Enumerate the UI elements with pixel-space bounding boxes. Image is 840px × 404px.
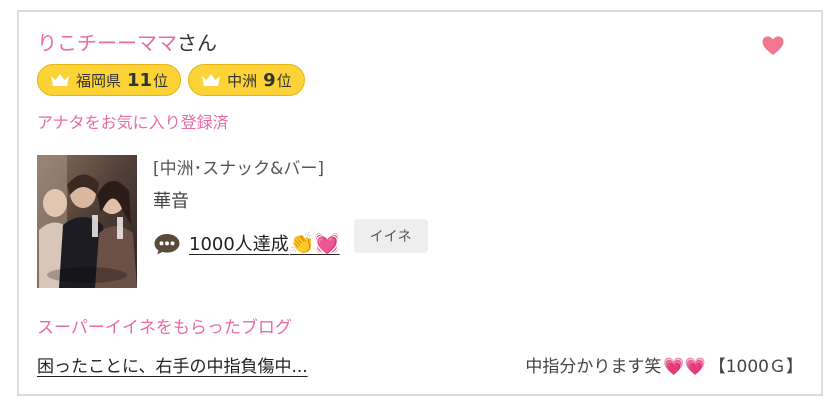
crown-icon	[51, 74, 69, 86]
ranking-badges: 福岡県 11 位 中洲 9位	[37, 64, 305, 96]
like-button[interactable]: イイネ	[353, 219, 428, 253]
rank-badge-prefecture[interactable]: 福岡県 11 位	[37, 64, 182, 96]
blog-meta: 中指分かります笑 💗💗 【1000Ｇ】	[525, 354, 803, 380]
comment-row: 1000人達成👏💓 イイネ	[153, 219, 428, 258]
rank-area: 中洲	[227, 71, 258, 90]
blog-row: 困ったことに、右手の中指負傷中... 中指分かります笑 💗💗 【1000Ｇ】	[37, 354, 803, 380]
blog-title-link[interactable]: 困ったことに、右手の中指負傷中...	[37, 354, 308, 380]
rank-unit: 位	[276, 71, 292, 90]
blog-heading: スーパーイイネをもらったブログ	[37, 318, 292, 338]
crown-icon	[202, 74, 221, 86]
cast-photo-image	[37, 155, 137, 288]
heart-icon[interactable]	[761, 34, 785, 58]
comment-text: 1000人達成	[189, 234, 289, 255]
blog-meta-text: 中指分かります笑	[525, 357, 662, 377]
user-name[interactable]: りこチーーママさん	[37, 30, 217, 56]
user-honorific: さん	[177, 31, 217, 55]
user-nickname[interactable]: りこチーーママ	[37, 31, 177, 55]
cast-info: [中洲･スナック&バー] 華音	[153, 157, 324, 215]
rank-area: 福岡県	[76, 71, 122, 90]
comment-link[interactable]: 1000人達成👏💓	[189, 230, 340, 258]
blog-points: 【1000Ｇ】	[708, 357, 803, 377]
cast-photo[interactable]	[37, 155, 137, 288]
favorite-status: アナタをお気に入り登録済	[37, 113, 229, 132]
cast-name[interactable]: 華音	[153, 189, 324, 215]
comment-emoji: 👏💓	[289, 231, 340, 255]
timeline-card: りこチーーママさん 福岡県 11 位 中洲 9位 アナタをお気に入り登録済 [中…	[17, 10, 823, 396]
rank-badge-district[interactable]: 中洲 9位	[188, 64, 305, 96]
rank-number: 11	[127, 69, 153, 91]
blog-meta-hearts: 💗💗	[663, 357, 706, 377]
speech-bubble-icon	[154, 234, 180, 255]
rank-unit: 位	[153, 71, 169, 90]
cast-category: [中洲･スナック&バー]	[153, 159, 325, 179]
rank-number: 9	[263, 69, 276, 91]
